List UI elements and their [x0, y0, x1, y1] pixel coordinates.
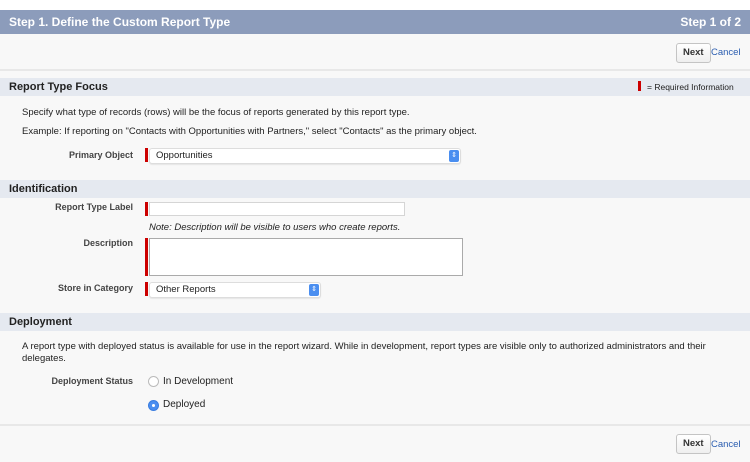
deployment-description: A report type with deployed status is av…: [22, 341, 706, 364]
divider: [0, 424, 750, 426]
report-type-label-input[interactable]: [149, 202, 405, 216]
required-marker: [638, 81, 641, 91]
store-in-category-select[interactable]: Other Reports ⇕: [149, 282, 321, 298]
section-title: Deployment: [9, 316, 72, 328]
radio-label-in-development[interactable]: In Development: [163, 376, 233, 387]
next-button-top[interactable]: Next: [676, 43, 711, 63]
required-legend: = Required Information: [647, 82, 734, 92]
primary-object-label: Primary Object: [68, 150, 133, 160]
section-deployment: Deployment: [0, 313, 750, 331]
required-marker: [145, 202, 148, 216]
focus-description: Specify what type of records (rows) will…: [22, 107, 410, 118]
description-textarea[interactable]: [149, 238, 463, 276]
required-marker: [145, 238, 148, 276]
radio-deployed[interactable]: [148, 400, 159, 411]
selected-value: Opportunities: [156, 150, 213, 161]
required-marker: [145, 148, 148, 162]
focus-example: Example: If reporting on "Contacts with …: [22, 126, 477, 137]
radio-label-deployed[interactable]: Deployed: [163, 399, 205, 410]
section-title: Identification: [9, 183, 78, 195]
description-label: Description: [83, 238, 133, 248]
section-title: Report Type Focus: [9, 81, 108, 93]
report-type-label-label: Report Type Label: [55, 202, 133, 212]
cancel-link-top[interactable]: Cancel: [711, 47, 741, 58]
deployment-status-label: Deployment Status: [51, 376, 133, 386]
divider: [0, 69, 750, 71]
page-title: Step 1. Define the Custom Report Type: [9, 15, 231, 29]
next-button-bottom[interactable]: Next: [676, 434, 711, 454]
primary-object-select[interactable]: Opportunities ⇕: [149, 148, 461, 164]
section-identification: Identification: [0, 180, 750, 198]
page-header: Step 1. Define the Custom Report Type Ste…: [0, 10, 750, 34]
chevron-updown-icon: ⇕: [449, 150, 459, 162]
description-note: Note: Description will be visible to use…: [149, 222, 401, 233]
cancel-link-bottom[interactable]: Cancel: [711, 439, 741, 450]
selected-value: Other Reports: [156, 284, 216, 295]
required-marker: [145, 282, 148, 296]
chevron-updown-icon: ⇕: [309, 284, 319, 296]
step-indicator: Step 1 of 2: [680, 15, 741, 29]
radio-in-development[interactable]: [148, 376, 159, 387]
store-in-category-label: Store in Category: [57, 283, 133, 293]
